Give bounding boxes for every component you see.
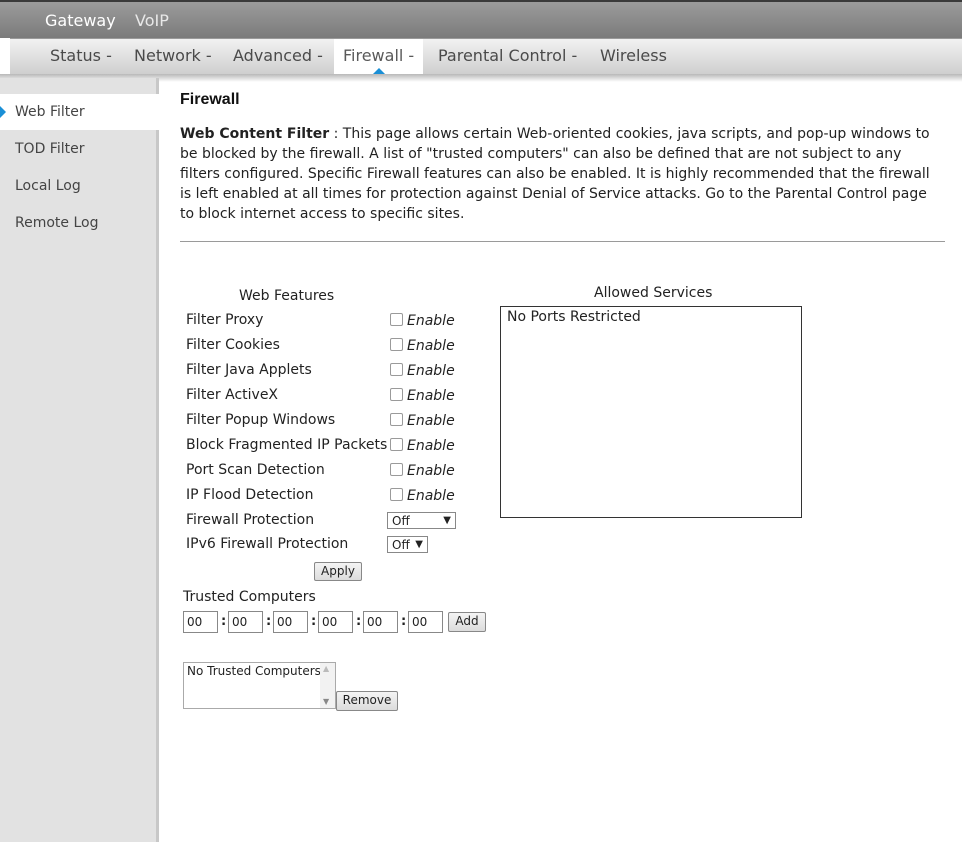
tab-voip[interactable]: VoIP (135, 11, 169, 30)
description-heading: Web Content Filter (180, 126, 330, 142)
firewall-protection-label: Firewall Protection (186, 512, 315, 528)
remove-button[interactable]: Remove (336, 691, 398, 711)
chevron-down-icon: ▼ (415, 539, 423, 550)
add-button[interactable]: Add (448, 612, 486, 632)
block-fragmented-ip-packets-checkbox[interactable] (390, 438, 403, 451)
active-arrow-icon (0, 106, 6, 118)
mac-octet-4-input[interactable]: 00 (318, 611, 353, 633)
sidebar-item-remote-log[interactable]: Remote Log (0, 205, 159, 241)
mac-octet-1-input[interactable]: 00 (183, 611, 218, 633)
mac-octet-5-input[interactable]: 00 (363, 611, 398, 633)
main-menu-bar: Status - Network - Advanced - Firewall -… (10, 38, 962, 74)
allowed-services-item: No Ports Restricted (507, 309, 641, 325)
scroll-up-icon[interactable]: ▲ (323, 664, 329, 673)
sidebar-item-label: Local Log (15, 178, 81, 194)
feature-label: Filter Java Applets (186, 362, 312, 378)
enable-label: Enable (407, 388, 455, 404)
enable-label: Enable (407, 488, 455, 504)
sidebar: Web Filter TOD Filter Local Log Remote L… (0, 78, 159, 842)
mac-separator: : (401, 614, 407, 629)
sidebar-item-label: Remote Log (15, 215, 99, 231)
filter-proxy-checkbox[interactable] (390, 313, 403, 326)
filter-popup-windows-checkbox[interactable] (390, 413, 403, 426)
page-description: Web Content Filter : This page allows ce… (180, 124, 945, 224)
sidebar-item-local-log[interactable]: Local Log (0, 168, 159, 204)
enable-label: Enable (407, 363, 455, 379)
menu-status[interactable]: Status - (50, 39, 112, 74)
menu-firewall[interactable]: Firewall - (334, 39, 424, 74)
menu-parental-control[interactable]: Parental Control - (438, 39, 577, 74)
sidebar-item-tod-filter[interactable]: TOD Filter (0, 131, 159, 167)
list-scrollbar[interactable]: ▲ ▼ (320, 663, 335, 708)
feature-label: Filter Popup Windows (186, 412, 336, 428)
trusted-computers-list[interactable]: No Trusted Computers ▲ ▼ (183, 662, 336, 709)
enable-label: Enable (407, 438, 455, 454)
apply-button[interactable]: Apply (314, 562, 362, 581)
port-scan-detection-checkbox[interactable] (390, 463, 403, 476)
mac-separator: : (311, 614, 317, 629)
mac-separator: : (221, 614, 227, 629)
menu-network[interactable]: Network - (134, 39, 212, 74)
allowed-services-header: Allowed Services (594, 285, 713, 301)
mac-octet-2-input[interactable]: 00 (228, 611, 263, 633)
mac-octet-6-input[interactable]: 00 (408, 611, 443, 633)
feature-label: IP Flood Detection (186, 487, 314, 503)
menu-advanced[interactable]: Advanced - (233, 39, 323, 74)
tab-gateway[interactable]: Gateway (45, 11, 116, 30)
enable-label: Enable (407, 338, 455, 354)
page-title: Firewall (180, 91, 240, 108)
allowed-services-list[interactable]: No Ports Restricted (500, 306, 802, 518)
filter-activex-checkbox[interactable] (390, 388, 403, 401)
mac-separator: : (266, 614, 272, 629)
filter-java-applets-checkbox[interactable] (390, 363, 403, 376)
mac-octet-3-input[interactable]: 00 (273, 611, 308, 633)
scroll-down-icon[interactable]: ▼ (323, 697, 329, 706)
feature-label: Filter Cookies (186, 337, 280, 353)
chevron-down-icon: ▼ (443, 515, 451, 526)
sidebar-item-label: Web Filter (15, 104, 85, 120)
trusted-computers-label: Trusted Computers (183, 589, 316, 605)
ip-flood-detection-checkbox[interactable] (390, 488, 403, 501)
enable-label: Enable (407, 463, 455, 479)
filter-cookies-checkbox[interactable] (390, 338, 403, 351)
sidebar-item-web-filter[interactable]: Web Filter (0, 94, 159, 130)
top-navigation-bar: Gateway VoIP (0, 0, 962, 38)
firewall-protection-select[interactable]: Off ▼ (387, 512, 456, 529)
feature-label: Port Scan Detection (186, 462, 325, 478)
web-features-header: Web Features (239, 288, 335, 304)
mac-separator: : (356, 614, 362, 629)
enable-label: Enable (407, 413, 455, 429)
feature-label: Filter ActiveX (186, 387, 279, 403)
firewall-protection-value: Off (392, 514, 410, 528)
menu-firewall-label: Firewall - (343, 46, 415, 65)
ipv6-firewall-protection-select[interactable]: Off ▼ (387, 536, 428, 553)
trusted-computers-item: No Trusted Computers (187, 664, 321, 678)
feature-label: Block Fragmented IP Packets (186, 437, 388, 453)
menu-wireless[interactable]: Wireless (600, 39, 667, 74)
ipv6-firewall-protection-value: Off (392, 538, 410, 552)
ipv6-firewall-protection-label: IPv6 Firewall Protection (186, 536, 349, 552)
feature-label: Filter Proxy (186, 312, 264, 328)
sidebar-item-label: TOD Filter (15, 141, 85, 157)
divider (180, 241, 945, 242)
enable-label: Enable (407, 313, 455, 329)
